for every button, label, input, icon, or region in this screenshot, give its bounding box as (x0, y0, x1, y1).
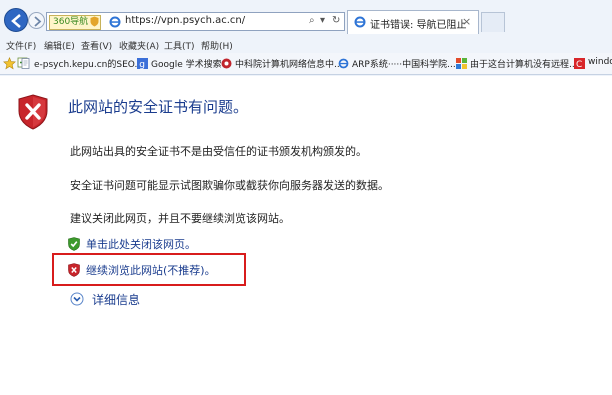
favorite-label: e-psych.kepu.cn的SEO... (34, 60, 144, 70)
menu-file[interactable]: 文件(F) (6, 39, 36, 52)
new-tab-button[interactable] (481, 12, 505, 32)
refresh-icon[interactable]: ↻ (332, 15, 340, 26)
favorite-label: windo (588, 57, 612, 67)
favorite-label: 由于这台计算机没有远程... (470, 60, 578, 70)
green-shield-icon (68, 237, 80, 251)
favorite-label: Google 学术搜索 (151, 60, 222, 70)
browser-chrome: 360导航 https://vpn.psych.ac.cn/ ⌕ ▾ ↻ 证书错… (0, 0, 612, 76)
windows-icon (456, 58, 467, 69)
forward-button[interactable] (28, 12, 45, 29)
back-button[interactable] (4, 8, 28, 32)
shield-icon (90, 16, 99, 27)
dropdown-arrow-icon[interactable]: ▾ (320, 15, 325, 26)
tab-bar: 证书错误: 导航已阻止 × (347, 10, 612, 36)
arrow-left-icon (11, 14, 21, 28)
warning-paragraph: 此网站出具的安全证书不是由受信任的证书颁发机构颁发的。 (70, 145, 367, 158)
ie-icon (354, 16, 366, 28)
ie-icon (109, 16, 121, 28)
favorite-label: 中科院计算机网络信息中... (235, 60, 343, 70)
continue-to-website-link[interactable]: 继续浏览此网站(不推荐)。 (86, 262, 216, 278)
menu-favorites[interactable]: 收藏夹(A) (119, 39, 159, 52)
ie-icon (338, 58, 349, 69)
svg-text:g: g (139, 60, 145, 69)
certificate-error-page: 此网站的安全证书有问题。 此网站出具的安全证书不是由受信任的证书颁发机构颁发的。… (0, 77, 612, 395)
tab-title: 证书错误: 导航已阻止 (370, 20, 467, 31)
more-information-link[interactable]: 详细信息 (92, 291, 140, 308)
360-nav-badge[interactable]: 360导航 (49, 15, 102, 30)
close-icon[interactable]: × (462, 15, 471, 28)
menu-bar: 文件(F) 编辑(E) 查看(V) 收藏夹(A) 工具(T) 帮助(H) (0, 37, 612, 53)
menu-tools[interactable]: 工具(T) (164, 39, 195, 52)
close-page-link[interactable]: 单击此处关闭该网页。 (86, 236, 196, 252)
address-bar[interactable]: 360导航 https://vpn.psych.ac.cn/ ⌕ ▾ ↻ (46, 12, 345, 31)
navigation-bar: 360导航 https://vpn.psych.ac.cn/ ⌕ ▾ ↻ 证书错… (0, 0, 612, 36)
star-icon[interactable] (3, 57, 16, 70)
warning-paragraph: 安全证书问题可能显示试图欺骗你或截获你向服务器发送的数据。 (70, 179, 389, 192)
expand-details-icon[interactable] (70, 292, 84, 306)
menu-edit[interactable]: 编辑(E) (44, 39, 75, 52)
tab-certificate-error[interactable]: 证书错误: 导航已阻止 × (347, 10, 479, 34)
red-shield-icon (68, 263, 80, 277)
menu-view[interactable]: 查看(V) (81, 39, 112, 52)
svg-text:C: C (576, 60, 582, 69)
menu-help[interactable]: 帮助(H) (201, 39, 233, 52)
document-icon (21, 58, 30, 69)
favorites-bar: e-psych.kepu.cn的SEO... g Google 学术搜索 中科院… (0, 53, 612, 75)
page-title: 此网站的安全证书有问题。 (68, 98, 249, 116)
url-text[interactable]: https://vpn.psych.ac.cn/ (125, 15, 245, 26)
arrow-right-icon (34, 16, 42, 27)
c-icon: C (574, 58, 585, 69)
red-shield-icon (18, 94, 48, 130)
google-icon: g (137, 58, 148, 69)
recommendation-paragraph: 建议关闭此网页，并且不要继续浏览该网站。 (70, 212, 290, 225)
favorite-label: ARP系统·····中国科学院... (352, 60, 456, 70)
cas-icon (221, 58, 232, 69)
360-nav-label: 360导航 (53, 17, 89, 27)
search-icon[interactable]: ⌕ (309, 15, 315, 26)
